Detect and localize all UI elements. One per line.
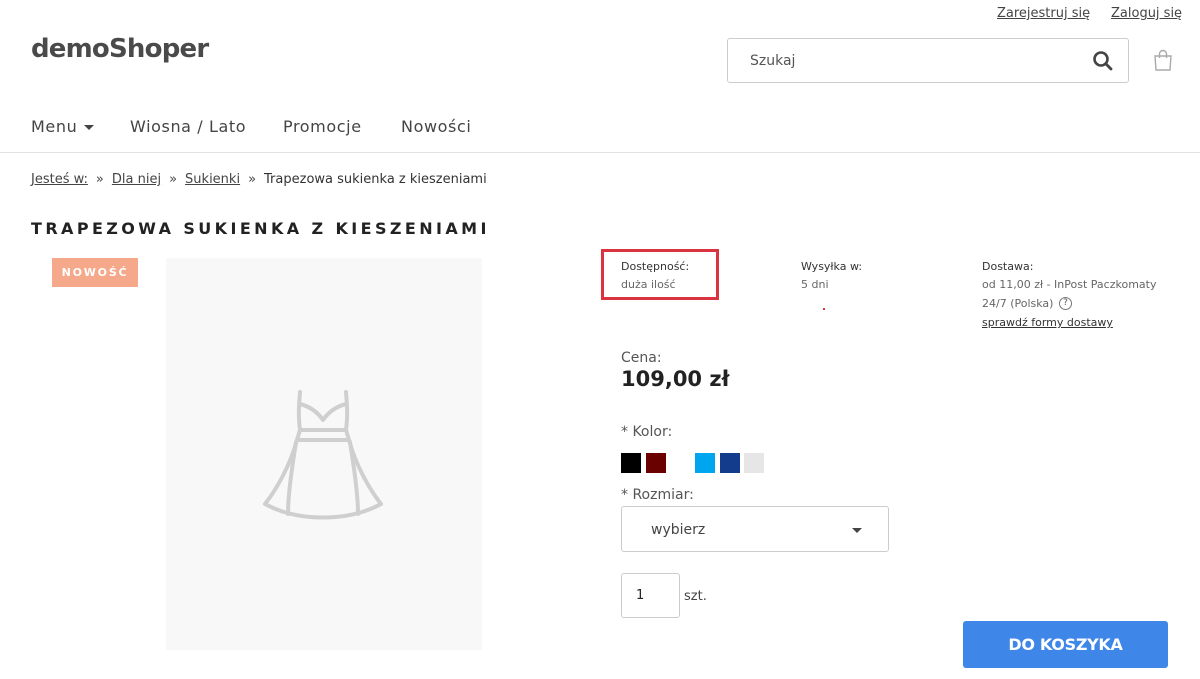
color-swatch-light-gray[interactable]: [744, 453, 764, 473]
new-badge: NOWOŚĆ: [52, 258, 138, 287]
shipping-label: Wysyłka w:: [801, 260, 863, 273]
breadcrumb-separator: »: [95, 172, 104, 187]
delivery-value-line2: 24/7 (Polska): [982, 297, 1054, 310]
red-dot: [823, 308, 825, 310]
search-icon[interactable]: [1092, 50, 1114, 72]
availability-label: Dostępność:: [621, 260, 690, 273]
breadcrumb-separator: »: [248, 172, 257, 187]
cart-icon[interactable]: [1153, 49, 1173, 71]
color-swatch-white[interactable]: [671, 453, 691, 473]
price-label: Cena:: [621, 350, 662, 366]
help-icon[interactable]: ?: [1059, 297, 1072, 310]
dress-icon: [263, 390, 383, 520]
breadcrumb-item-sukienki[interactable]: Sukienki: [185, 172, 240, 187]
header-divider: [0, 152, 1200, 153]
quantity-box: [621, 573, 680, 618]
delivery-label: Dostawa:: [982, 260, 1034, 273]
color-label: * Kolor:: [621, 424, 673, 440]
logo[interactable]: demoShoper: [31, 34, 209, 64]
color-swatch-light-blue[interactable]: [695, 453, 715, 473]
breadcrumb: Jesteś w: » Dla niej » Sukienki » Trapezowa su…: [31, 172, 487, 187]
chevron-down-icon: [852, 528, 862, 533]
breadcrumb-prefix[interactable]: Jesteś w:: [31, 172, 88, 187]
quantity-unit: szt.: [684, 589, 707, 604]
nav-item-promotions[interactable]: Promocje: [283, 117, 362, 136]
breadcrumb-item-dla-niej[interactable]: Dla niej: [112, 172, 161, 187]
search-box: [727, 38, 1129, 83]
caret-down-icon: [84, 125, 95, 130]
availability-highlight: [601, 249, 719, 300]
delivery-value-line1: od 11,00 zł - InPost Paczkomaty: [982, 278, 1157, 291]
breadcrumb-current: Trapezowa sukienka z kieszeniami: [264, 172, 487, 187]
quantity-input[interactable]: [622, 574, 679, 617]
color-swatch-maroon[interactable]: [646, 453, 666, 473]
product-image[interactable]: [166, 258, 482, 650]
color-swatch-black[interactable]: [621, 453, 641, 473]
nav-menu-label: Menu: [31, 117, 78, 136]
search-input[interactable]: [728, 39, 1088, 82]
color-swatch-navy[interactable]: [720, 453, 740, 473]
delivery-options-link[interactable]: sprawdź formy dostawy: [982, 316, 1113, 329]
register-link[interactable]: Zarejestruj się: [997, 6, 1090, 21]
shipping-value: 5 dni: [801, 278, 829, 291]
login-link[interactable]: Zaloguj się: [1111, 6, 1182, 21]
nav-item-spring-summer[interactable]: Wiosna / Lato: [130, 117, 246, 136]
add-to-cart-button[interactable]: DO KOSZYKA: [963, 621, 1168, 668]
breadcrumb-separator: »: [169, 172, 178, 187]
nav-item-new[interactable]: Nowości: [401, 117, 471, 136]
product-title: TRAPEZOWA SUKIENKA Z KIESZENIAMI: [31, 219, 490, 238]
size-select[interactable]: wybierz: [621, 506, 889, 552]
availability-value: duża ilość: [621, 278, 676, 291]
size-select-value: wybierz: [651, 522, 706, 538]
size-label: * Rozmiar:: [621, 487, 694, 503]
nav-menu[interactable]: Menu: [31, 117, 95, 136]
price-value: 109,00 zł: [621, 367, 730, 391]
